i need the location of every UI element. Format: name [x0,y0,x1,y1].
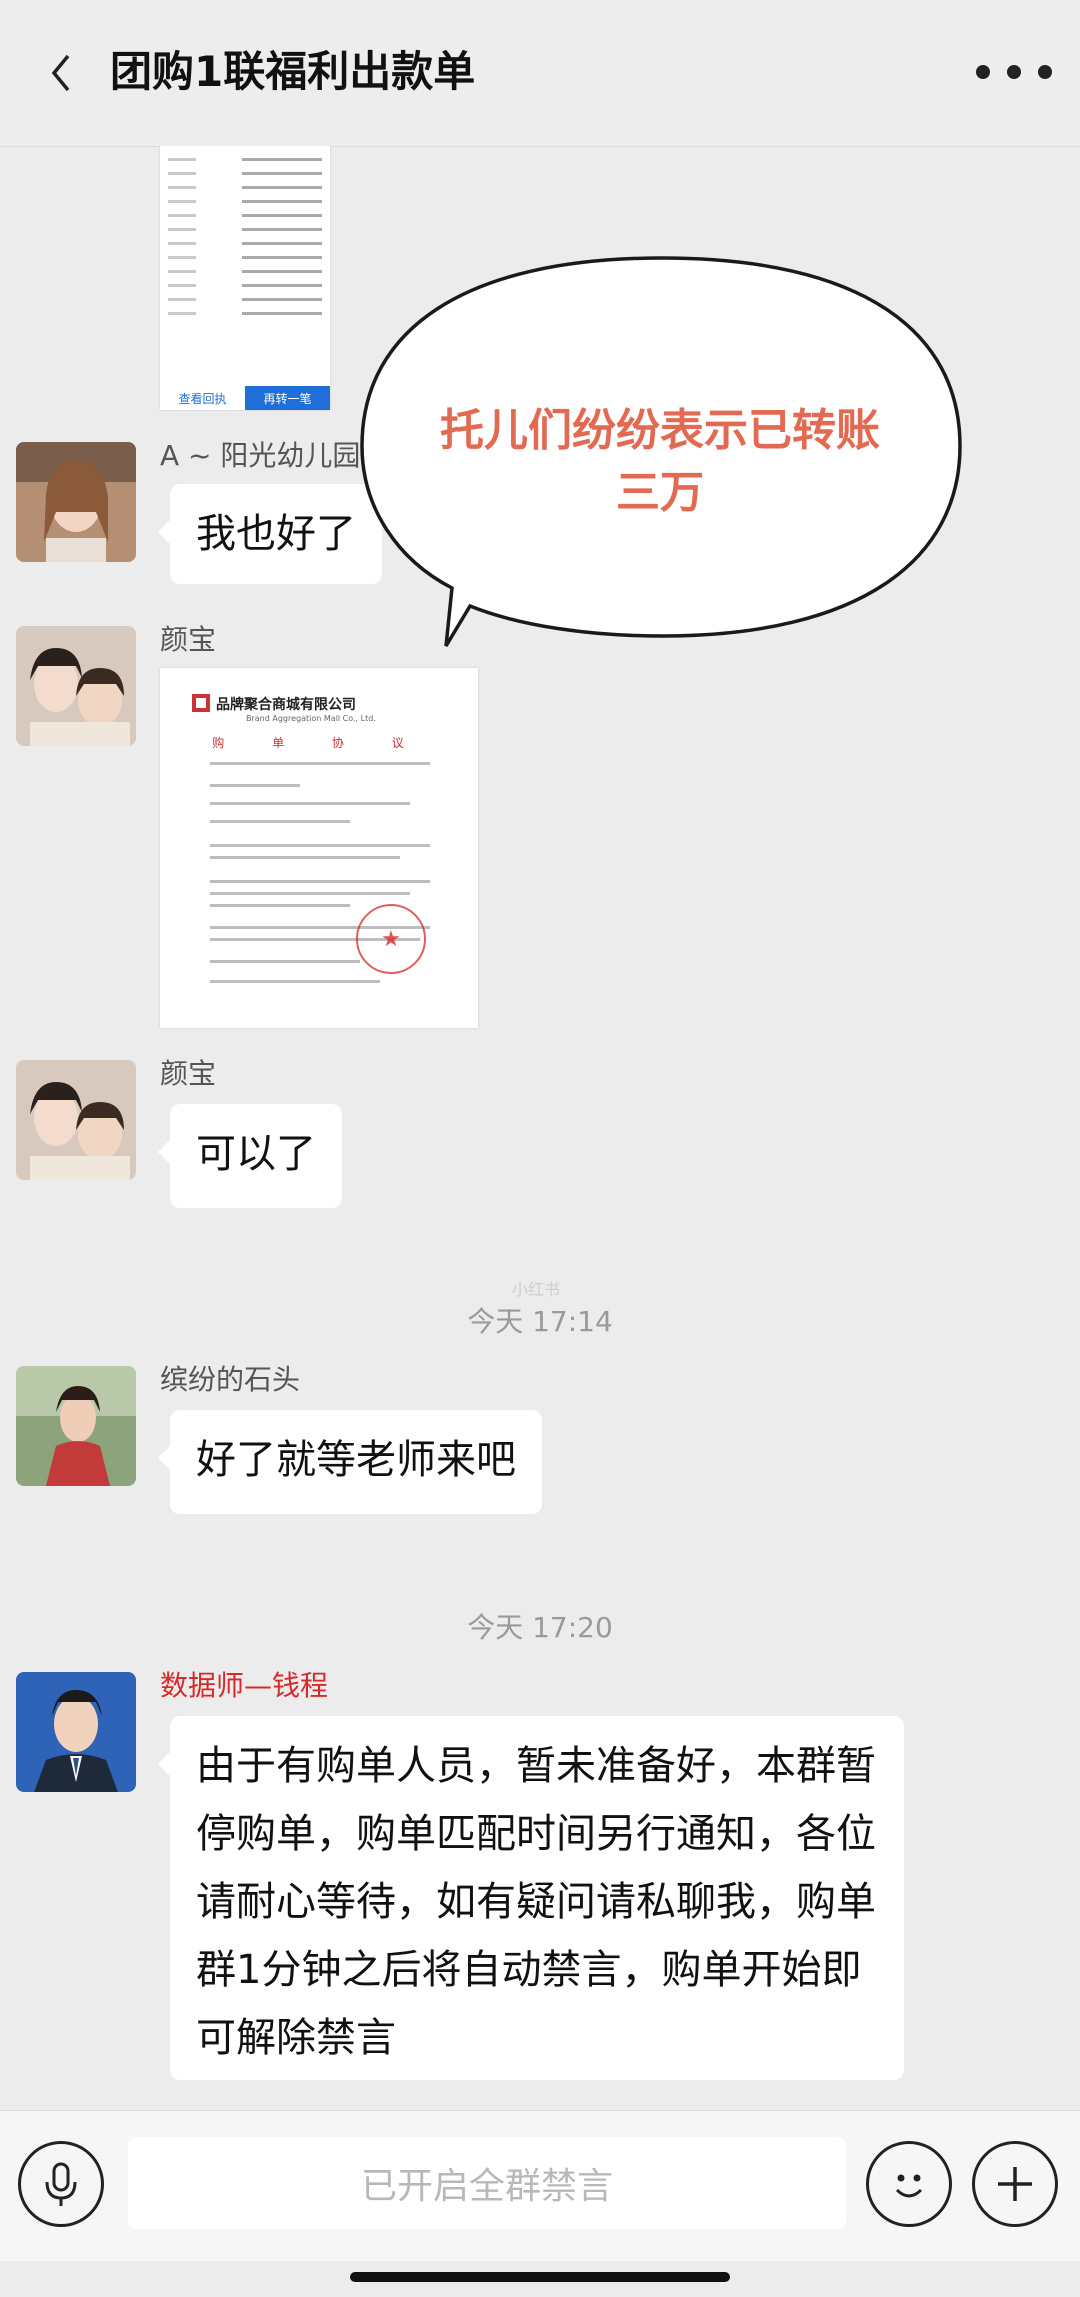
avatar[interactable] [16,626,136,746]
more-dot-icon [1007,65,1021,79]
message-input-bar: 已开启全群禁言 [0,2110,1080,2261]
message-bubble[interactable]: 可以了 [158,1104,342,1208]
message-sender: 数据师—钱程 [160,1669,329,1702]
smiley-icon [895,2174,923,2198]
more-dot-icon [1038,65,1052,79]
back-button[interactable] [46,48,76,98]
chat-messages[interactable]: 查看回执 再转一笔 A ~ 阳光幼儿园 我也好了 颜宝 品牌聚合商城有限公司 B… [0,146,1080,2110]
receipt-view-button: 查看回执 [160,386,245,410]
avatar[interactable] [16,1060,136,1180]
receipt-transfer-again-button: 再转一笔 [245,386,330,410]
more-options-button[interactable] [976,52,1052,92]
more-dot-icon [976,65,990,79]
transfer-receipt-image[interactable]: 查看回执 再转一笔 [160,146,330,410]
message-sender: A ~ 阳光幼儿园 [160,439,361,472]
avatar[interactable] [16,1366,136,1486]
more-actions-button[interactable] [972,2141,1058,2227]
document-company-en: Brand Aggregation Mall Co., Ltd. [246,714,376,723]
message-bubble[interactable]: 我也好了 [158,484,382,584]
plus-icon [998,2167,1032,2201]
document-title: 购 单 协 议 [212,736,426,750]
message-sender: 颜宝 [160,623,217,656]
chat-title: 团购1联福利出款单 [110,47,476,96]
message-bubble[interactable]: 好了就等老师来吧 [158,1410,542,1514]
document-company-name: 品牌聚合商城有限公司 [216,697,356,713]
emoji-button[interactable] [866,2141,952,2227]
watermark: 小红书 [512,1280,561,1299]
receipt-details [160,146,330,326]
home-indicator[interactable] [350,2272,730,2282]
microphone-icon [45,2162,77,2206]
voice-input-button[interactable] [18,2141,104,2227]
purchase-agreement-image[interactable]: 品牌聚合商城有限公司 Brand Aggregation Mall Co., L… [160,668,478,1028]
message-sender: 颜宝 [160,1057,217,1090]
message-bubble[interactable]: 由于有购单人员，暂未准备好，本群暂停购单，购单匹配时间另行通知，各位请耐心等待，… [158,1716,904,2080]
red-seal-stamp: ★ [356,904,426,974]
avatar[interactable] [16,442,136,562]
timestamp: 今天 17:20 [467,1611,613,1644]
avatar[interactable] [16,1672,136,1792]
message-input-field[interactable]: 已开启全群禁言 [128,2137,846,2229]
company-logo-icon [192,694,210,712]
chevron-left-icon [51,54,70,92]
chat-header: 团购1联福利出款单 [0,0,1080,147]
message-sender: 缤纷的石头 [160,1363,301,1396]
timestamp: 今天 17:14 [467,1305,613,1338]
